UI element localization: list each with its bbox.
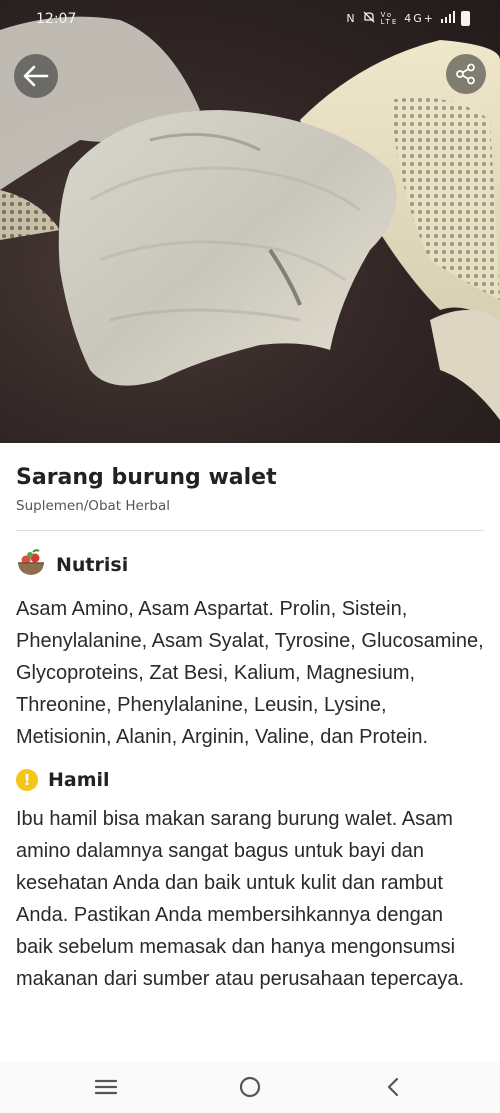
nfc-icon: N [346, 12, 357, 25]
recent-apps-icon [94, 1079, 118, 1095]
hero-image [0, 0, 500, 443]
status-time: 12:07 [36, 11, 77, 27]
system-nav-bar [0, 1062, 500, 1113]
home-button[interactable] [235, 1074, 265, 1100]
recent-apps-button[interactable] [91, 1074, 121, 1100]
section-body-hamil: Ibu hamil bisa makan sarang burung walet… [16, 808, 465, 990]
product-title: Sarang burung walet [16, 465, 277, 490]
product-category: Suplemen/Obat Herbal [16, 498, 170, 514]
nav-back-button[interactable] [378, 1074, 408, 1100]
status-bar: 12:07 N Vo LTE 4G+ [0, 0, 500, 40]
warning-icon: ! [16, 769, 38, 791]
nutrition-bowl-icon [16, 549, 46, 581]
arrow-left-icon [23, 65, 49, 87]
section-title-nutrisi: Nutrisi [56, 554, 129, 576]
share-icon [456, 63, 475, 85]
bird-nest-photo [0, 16, 500, 420]
detail-content: Sarang burung walet Suplemen/Obat Herbal… [16, 443, 484, 995]
divider [16, 530, 484, 531]
status-icons: N Vo LTE 4G+ [346, 11, 470, 26]
volte-icon: Vo LTE [380, 10, 399, 26]
mute-icon [363, 11, 375, 26]
section-header-nutrisi: Nutrisi [16, 549, 484, 581]
home-icon [239, 1076, 261, 1098]
battery-icon [461, 11, 470, 26]
signal-icon [441, 11, 455, 26]
back-nav-icon [387, 1077, 399, 1097]
section-header-hamil: ! Hamil [16, 769, 484, 791]
back-button[interactable] [14, 54, 58, 98]
section-body-nutrisi: Asam Amino, Asam Aspartat. Prolin, Siste… [16, 598, 484, 748]
4g-icon: 4G+ [404, 12, 435, 25]
section-title-hamil: Hamil [48, 769, 110, 791]
share-button[interactable] [446, 54, 486, 94]
